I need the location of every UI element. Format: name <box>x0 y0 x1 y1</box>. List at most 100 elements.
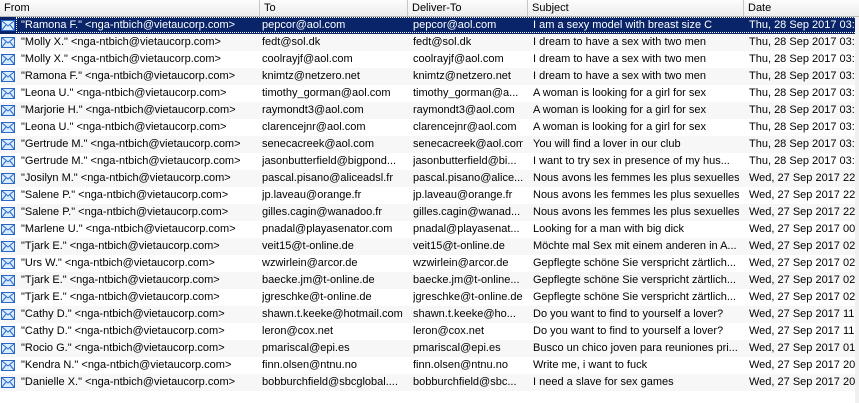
message-row[interactable]: "Ramona F." <nga-ntbich@vietaucorp.com> k… <box>0 68 859 85</box>
subject-cell: A woman is looking for a girl for sex <box>533 121 707 133</box>
subject-cell: Gepflegte schöne Sie verspricht zärtlich… <box>533 291 736 303</box>
from-cell: "Gertrude M." <nga-ntbich@vietaucorp.com… <box>21 138 241 150</box>
to-cell: knimtz@netzero.net <box>262 70 360 82</box>
message-row[interactable]: "Molly X." <nga-ntbich@vietaucorp.com> fe… <box>0 34 859 51</box>
envelope-icon <box>1 275 15 286</box>
message-row[interactable]: "Cathy D." <nga-ntbich@vietaucorp.com> le… <box>0 323 859 340</box>
date-cell: Thu, 28 Sep 2017 03:0 <box>749 121 859 133</box>
message-row[interactable]: "Molly X." <nga-ntbich@vietaucorp.com> co… <box>0 51 859 68</box>
subject-cell: A woman is looking for a girl for sex <box>533 87 707 99</box>
message-row[interactable]: "Salene P." <nga-ntbich@vietaucorp.com> g… <box>0 204 859 221</box>
to-cell: veit15@t-online.de <box>262 240 354 252</box>
deliver-to-cell: leron@cox.net <box>413 325 485 337</box>
envelope-icon <box>1 326 15 337</box>
message-row[interactable]: "Urs W." <nga-ntbich@vietaucorp.com> wzwi… <box>0 255 859 272</box>
to-cell: shawn.t.keeke@hotmail.com <box>262 308 403 320</box>
envelope-icon <box>1 258 15 269</box>
date-cell: Wed, 27 Sep 2017 01: <box>749 342 859 354</box>
deliver-to-cell: wzwirlein@arcor.de <box>413 257 509 269</box>
subject-cell: Gepflegte schöne Sie verspricht zärtlich… <box>533 274 736 286</box>
envelope-icon <box>1 292 15 303</box>
column-header-from[interactable]: From <box>0 0 260 16</box>
from-cell: "Gertrude M." <nga-ntbich@vietaucorp.com… <box>21 155 241 167</box>
message-row[interactable]: "Rocio G." <nga-ntbich@vietaucorp.com> pm… <box>0 340 859 357</box>
date-cell: Thu, 28 Sep 2017 03:0 <box>749 70 859 82</box>
to-cell: clarencejnr@aol.com <box>262 121 366 133</box>
to-cell: fedt@sol.dk <box>262 36 321 48</box>
vertical-scrollbar[interactable] <box>855 17 859 403</box>
message-row[interactable]: "Josilyn M." <nga-ntbich@vietaucorp.com>… <box>0 170 859 187</box>
message-row[interactable]: "Kendra N." <nga-ntbich@vietaucorp.com> f… <box>0 357 859 374</box>
to-cell: gilles.cagin@wanadoo.fr <box>262 206 383 218</box>
date-cell: Thu, 28 Sep 2017 03:0 <box>749 36 859 48</box>
message-row[interactable]: "Tjark E." <nga-ntbich@vietaucorp.com> ve… <box>0 238 859 255</box>
envelope-icon <box>1 156 15 167</box>
to-cell: finn.olsen@ntnu.no <box>262 359 357 371</box>
subject-cell: Do you want to find to yourself a lover? <box>533 308 724 320</box>
to-cell: pepcor@aol.com <box>262 19 346 31</box>
date-cell: Thu, 28 Sep 2017 03:0 <box>749 138 859 150</box>
to-cell: jasonbutterfield@bigpond... <box>262 155 397 167</box>
date-cell: Wed, 27 Sep 2017 22: <box>749 189 859 201</box>
column-header-date[interactable]: Date <box>744 0 859 16</box>
envelope-icon <box>1 360 15 371</box>
envelope-icon <box>1 20 15 31</box>
subject-cell: Nous avons les femmes les plus sexuelles… <box>533 172 739 184</box>
envelope-icon <box>1 88 15 99</box>
column-header-subject[interactable]: Subject <box>528 0 744 16</box>
envelope-icon <box>1 377 15 388</box>
from-cell: "Tjark E." <nga-ntbich@vietaucorp.com> <box>21 291 220 303</box>
deliver-to-cell: fedt@sol.dk <box>413 36 472 48</box>
from-cell: "Tjark E." <nga-ntbich@vietaucorp.com> <box>21 274 220 286</box>
envelope-icon <box>1 105 15 116</box>
to-cell: pmariscal@epi.es <box>262 342 350 354</box>
envelope-icon <box>1 190 15 201</box>
envelope-icon <box>1 54 15 65</box>
deliver-to-cell: jp.laveau@orange.fr <box>413 189 513 201</box>
from-cell: "Salene P." <nga-ntbich@vietaucorp.com> <box>21 206 229 218</box>
to-cell: pascal.pisano@aliceadsl.fr <box>262 172 394 184</box>
envelope-icon <box>1 71 15 82</box>
column-header-bar: From To Deliver-To Subject Date <box>0 0 859 17</box>
deliver-to-cell: bobburchfield@sbc... <box>413 376 517 388</box>
to-cell: baecke.jm@t-online.de <box>262 274 375 286</box>
message-row[interactable]: "Leona U." <nga-ntbich@vietaucorp.com> cl… <box>0 119 859 136</box>
subject-cell: Möchte mal Sex mit einem anderen in A... <box>533 240 737 252</box>
from-cell: "Kendra N." <nga-ntbich@vietaucorp.com> <box>21 359 232 371</box>
message-row[interactable]: "Marjorie H." <nga-ntbich@vietaucorp.com… <box>0 102 859 119</box>
message-row[interactable]: "Leona U." <nga-ntbich@vietaucorp.com> ti… <box>0 85 859 102</box>
subject-cell: I dream to have a sex with two men <box>533 36 707 48</box>
message-row[interactable]: "Danielle X." <nga-ntbich@vietaucorp.com… <box>0 374 859 391</box>
message-row[interactable]: "Gertrude M." <nga-ntbich@vietaucorp.com… <box>0 136 859 153</box>
message-row[interactable]: "Marlene U." <nga-ntbich@vietaucorp.com>… <box>0 221 859 238</box>
column-header-deliver-to[interactable]: Deliver-To <box>408 0 528 16</box>
subject-cell: A woman is looking for a girl for sex <box>533 104 707 116</box>
from-cell: "Rocio G." <nga-ntbich@vietaucorp.com> <box>21 342 225 354</box>
message-row[interactable]: "Tjark E." <nga-ntbich@vietaucorp.com> jg… <box>0 289 859 306</box>
from-cell: "Ramona F." <nga-ntbich@vietaucorp.com> <box>21 19 236 31</box>
message-row[interactable]: "Salene P." <nga-ntbich@vietaucorp.com> j… <box>0 187 859 204</box>
column-header-to[interactable]: To <box>260 0 408 16</box>
deliver-to-cell: pascal.pisano@alice... <box>413 172 523 184</box>
message-row[interactable]: "Ramona F." <nga-ntbich@vietaucorp.com> p… <box>0 17 859 34</box>
deliver-to-cell: pmariscal@epi.es <box>413 342 501 354</box>
subject-cell: I am a sexy model with breast size C <box>533 19 713 31</box>
envelope-icon <box>1 343 15 354</box>
envelope-icon <box>1 241 15 252</box>
date-cell: Wed, 27 Sep 2017 02: <box>749 257 859 269</box>
envelope-icon <box>1 37 15 48</box>
deliver-to-cell: pnadal@playasenat... <box>413 223 520 235</box>
subject-cell: Nous avons les femmes les plus sexuelles… <box>533 206 739 218</box>
message-row[interactable]: "Tjark E." <nga-ntbich@vietaucorp.com> ba… <box>0 272 859 289</box>
subject-cell: Gepflegte schöne Sie verspricht zärtlich… <box>533 257 736 269</box>
subject-cell: I want to try sex in presence of my hus.… <box>533 155 730 167</box>
subject-cell: Nous avons les femmes les plus sexuelles… <box>533 189 739 201</box>
deliver-to-cell: senecacreek@aol.com <box>413 138 523 150</box>
date-cell: Thu, 28 Sep 2017 03:0 <box>749 19 859 31</box>
message-row[interactable]: "Cathy D." <nga-ntbich@vietaucorp.com> sh… <box>0 306 859 323</box>
message-row[interactable]: "Gertrude M." <nga-ntbich@vietaucorp.com… <box>0 153 859 170</box>
from-cell: "Tjark E." <nga-ntbich@vietaucorp.com> <box>21 240 220 252</box>
subject-cell: Write me, i want to fuck <box>533 359 648 371</box>
envelope-icon <box>1 224 15 235</box>
subject-cell: I dream to have a sex with two men <box>533 53 707 65</box>
